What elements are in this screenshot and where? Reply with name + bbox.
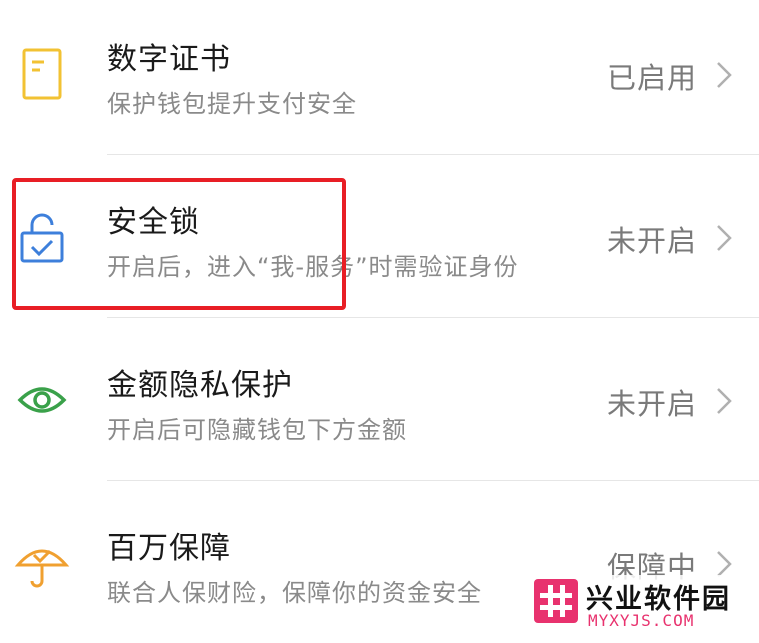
lock-icon xyxy=(20,213,64,263)
settings-item-title: 百万保障 xyxy=(107,531,231,566)
status-label: 未开启 xyxy=(606,387,697,421)
status-label: 未开启 xyxy=(606,224,697,258)
settings-item-digital-certificate[interactable]: 数字证书 保护钱包提升支付安全 已启用 xyxy=(0,0,759,162)
settings-item-subtitle: 开启后，进入“我-服务”时需验证身份 xyxy=(107,253,519,281)
umbrella-icon xyxy=(14,549,70,588)
settings-item-security-lock[interactable]: 安全锁 开启后，进入“我-服务”时需验证身份 未开启 xyxy=(0,163,759,325)
chevron-right-icon xyxy=(717,225,732,251)
divider xyxy=(107,480,759,481)
settings-item-subtitle: 联合人保财险，保障你的资金安全 xyxy=(107,579,482,607)
settings-item-subtitle: 保护钱包提升支付安全 xyxy=(107,90,357,118)
status-label: 已启用 xyxy=(606,61,697,95)
eye-icon xyxy=(17,387,67,413)
divider xyxy=(107,154,759,155)
chevron-right-icon xyxy=(717,62,732,88)
settings-item-subtitle: 开启后可隐藏钱包下方金额 xyxy=(107,416,407,444)
settings-item-title: 安全锁 xyxy=(107,205,200,240)
wallet-security-settings-screen: 数字证书 保护钱包提升支付安全 已启用 安全锁 开启后，进入“我-服务”时需验证… xyxy=(0,0,759,643)
settings-item-title: 金额隐私保护 xyxy=(107,368,293,403)
settings-item-amount-privacy[interactable]: 金额隐私保护 开启后可隐藏钱包下方金额 未开启 xyxy=(0,326,759,488)
watermark-url: MYXYJS.COM xyxy=(588,611,695,630)
site-watermark: 兴业软件园 MYXYJS.COM xyxy=(530,575,745,635)
certificate-icon xyxy=(22,48,62,100)
chevron-right-icon xyxy=(717,388,732,414)
settings-item-title: 数字证书 xyxy=(107,42,231,77)
watermark-logo-icon xyxy=(534,579,578,623)
divider xyxy=(107,317,759,318)
